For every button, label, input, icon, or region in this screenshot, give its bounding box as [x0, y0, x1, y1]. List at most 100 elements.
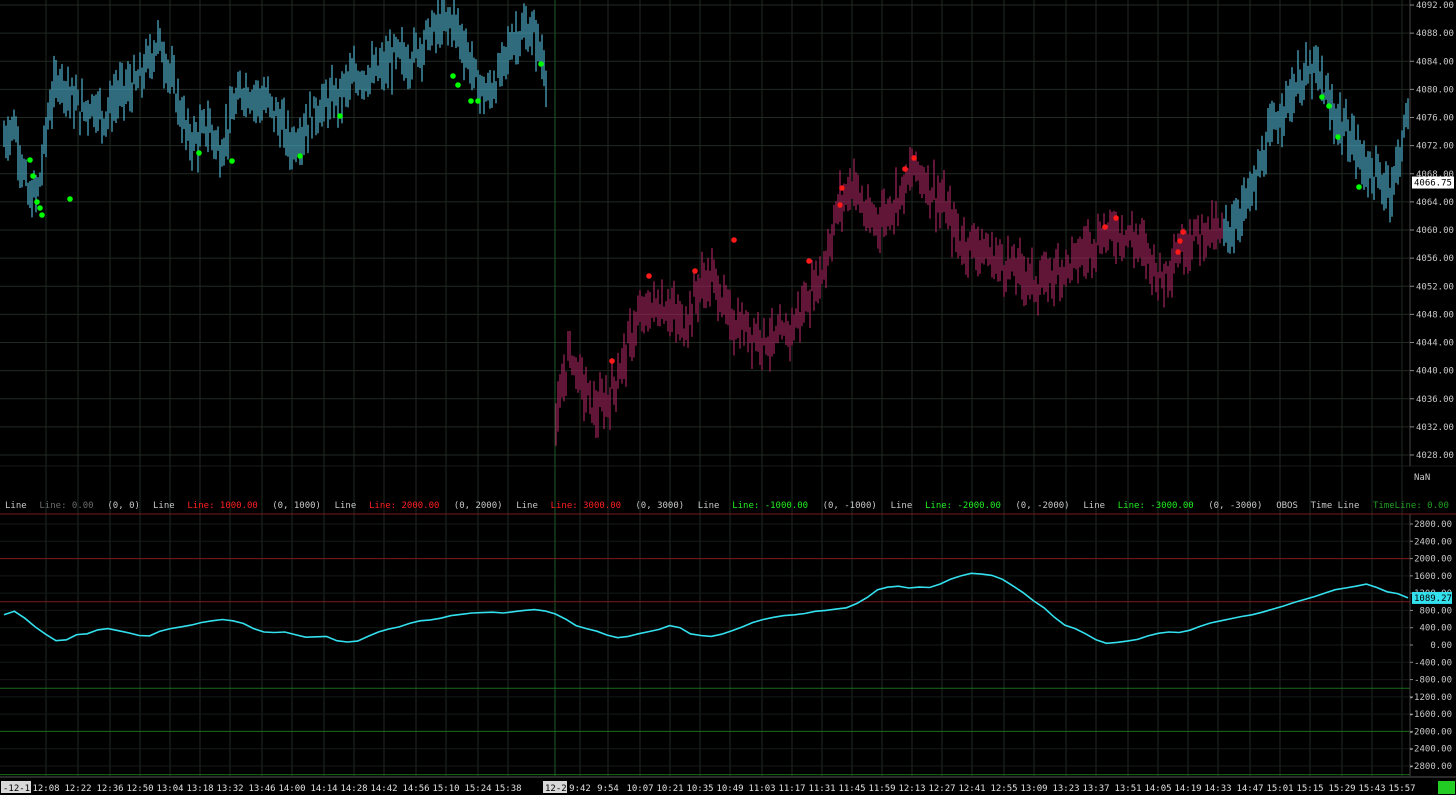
legend-item: Line — [698, 501, 720, 511]
price-tick-label: 4092.00 — [1416, 1, 1454, 11]
time-label: 15:01 — [1266, 784, 1293, 794]
legend-item: (0, 0) — [107, 501, 140, 511]
sell-signal-dot — [646, 273, 652, 279]
buy-signal-dot — [30, 173, 36, 179]
legend-item: (0, -2000) — [1015, 501, 1069, 511]
time-label: 9:54 — [597, 784, 619, 794]
time-label: 11:03 — [748, 784, 775, 794]
sell-signal-dot — [839, 185, 845, 191]
date-label-1: -12-1 — [3, 784, 30, 794]
buy-signal-dot — [1335, 134, 1341, 140]
legend-item: Line: -2000.00 — [925, 501, 1001, 511]
oscillator-tick-label: 0.00 — [1430, 641, 1452, 651]
trading-chart[interactable]: 4092.00 4088.00 4084.00 4080.00 4076.00 4072.… — [0, 0, 1456, 795]
chart-background — [0, 0, 1456, 795]
time-label: 11:31 — [808, 784, 835, 794]
sell-signal-dot — [902, 166, 908, 172]
time-label: 14:47 — [1236, 784, 1263, 794]
time-label: 12:50 — [126, 784, 153, 794]
time-label: 9:42 — [569, 784, 591, 794]
buy-signal-dot — [468, 98, 474, 104]
oscillator-tick-label: 800.00 — [1419, 606, 1452, 616]
legend-item: (0, 2000) — [454, 501, 503, 511]
buy-signal-dot — [39, 212, 45, 218]
buy-signal-dot — [455, 82, 461, 88]
sell-signal-dot — [1175, 249, 1181, 255]
buy-signal-dot — [337, 113, 343, 119]
time-label: 13:51 — [1114, 784, 1141, 794]
time-label: 15:24 — [464, 784, 491, 794]
time-label: 15:38 — [494, 784, 521, 794]
sell-signal-dot — [837, 202, 843, 208]
sell-signal-dot — [1177, 238, 1183, 244]
price-tick-label: 4032.00 — [1416, 423, 1454, 433]
time-label: 14:14 — [310, 784, 337, 794]
legend-item: Line — [516, 501, 538, 511]
legend-item: Time Line — [1311, 501, 1360, 511]
time-label: 12:36 — [96, 784, 123, 794]
time-label: 14:56 — [402, 784, 429, 794]
time-label: 15:10 — [432, 784, 459, 794]
time-label: 15:15 — [1296, 784, 1323, 794]
legend-item: Line — [891, 501, 913, 511]
buy-signal-dot — [34, 199, 40, 205]
price-tick-label: 4056.00 — [1416, 254, 1454, 264]
time-label: 13:37 — [1082, 784, 1109, 794]
current-price-label: 4066.75 — [1414, 179, 1452, 189]
time-label: 11:17 — [778, 784, 805, 794]
price-tick-label: 4064.00 — [1416, 198, 1454, 208]
time-label: 15:43 — [1358, 784, 1385, 794]
price-tick-label: 4084.00 — [1416, 57, 1454, 67]
time-label: 12:13 — [898, 784, 925, 794]
time-label: 12:22 — [64, 784, 91, 794]
current-oscillator-label: 1089.27 — [1414, 594, 1452, 604]
oscillator-tick-label: -1200.00 — [1409, 693, 1452, 703]
time-label: 13:09 — [1020, 784, 1047, 794]
nan-label: NaN — [1414, 473, 1430, 483]
sell-signal-dot — [1180, 229, 1186, 235]
legend-item: Line: -3000.00 — [1118, 501, 1194, 511]
legend-item: Line: 2000.00 — [369, 501, 439, 511]
time-label: 13:32 — [216, 784, 243, 794]
status-indicator — [1438, 781, 1455, 794]
price-tick-label: 4028.00 — [1416, 451, 1454, 461]
buy-signal-dot — [1319, 94, 1325, 100]
time-label: 13:18 — [186, 784, 213, 794]
oscillator-tick-label: 2000.00 — [1414, 555, 1452, 565]
legend-item: TimeLine: 0.00 — [1373, 501, 1449, 511]
time-label: 11:45 — [838, 784, 865, 794]
oscillator-tick-label: 1600.00 — [1414, 572, 1452, 582]
price-tick-label: 4072.00 — [1416, 142, 1454, 152]
time-label: 12:55 — [990, 784, 1017, 794]
buy-signal-dot — [1326, 103, 1332, 109]
time-label: 12:41 — [958, 784, 985, 794]
time-label: 10:21 — [656, 784, 683, 794]
buy-signal-dot — [196, 150, 202, 156]
buy-signal-dot — [37, 205, 43, 211]
oscillator-tick-label: 400.00 — [1419, 624, 1452, 634]
time-label: 14:42 — [370, 784, 397, 794]
time-axis[interactable]: -12-1 12:08 12:22 12:36 12:50 13:04 13:18 13:32… — [0, 776, 1456, 795]
time-label: 11:59 — [868, 784, 895, 794]
time-label: 15:29 — [1328, 784, 1355, 794]
buy-signal-dot — [297, 153, 303, 159]
legend-item: Line — [5, 501, 27, 511]
time-label: 13:04 — [156, 784, 183, 794]
legend-item: Line: -1000.00 — [732, 501, 808, 511]
time-label: 13:46 — [248, 784, 275, 794]
oscillator-tick-label: -400.00 — [1414, 658, 1452, 668]
time-label: 14:28 — [340, 784, 367, 794]
time-label: 14:19 — [1174, 784, 1201, 794]
price-tick-label: 4040.00 — [1416, 367, 1454, 377]
buy-signal-dot — [475, 98, 481, 104]
legend-item: OBOS — [1276, 501, 1298, 511]
legend-item: Line — [1083, 501, 1105, 511]
oscillator-tick-label: -1600.00 — [1409, 710, 1452, 720]
price-tick-label: 4060.00 — [1416, 226, 1454, 236]
price-tick-label: 4044.00 — [1416, 339, 1454, 349]
legend-item: Line: 0.00 — [39, 501, 93, 511]
sell-signal-dot — [1102, 224, 1108, 230]
price-tick-label: 4076.00 — [1416, 114, 1454, 124]
price-tick-label: 4052.00 — [1416, 282, 1454, 292]
buy-signal-dot — [229, 158, 235, 164]
